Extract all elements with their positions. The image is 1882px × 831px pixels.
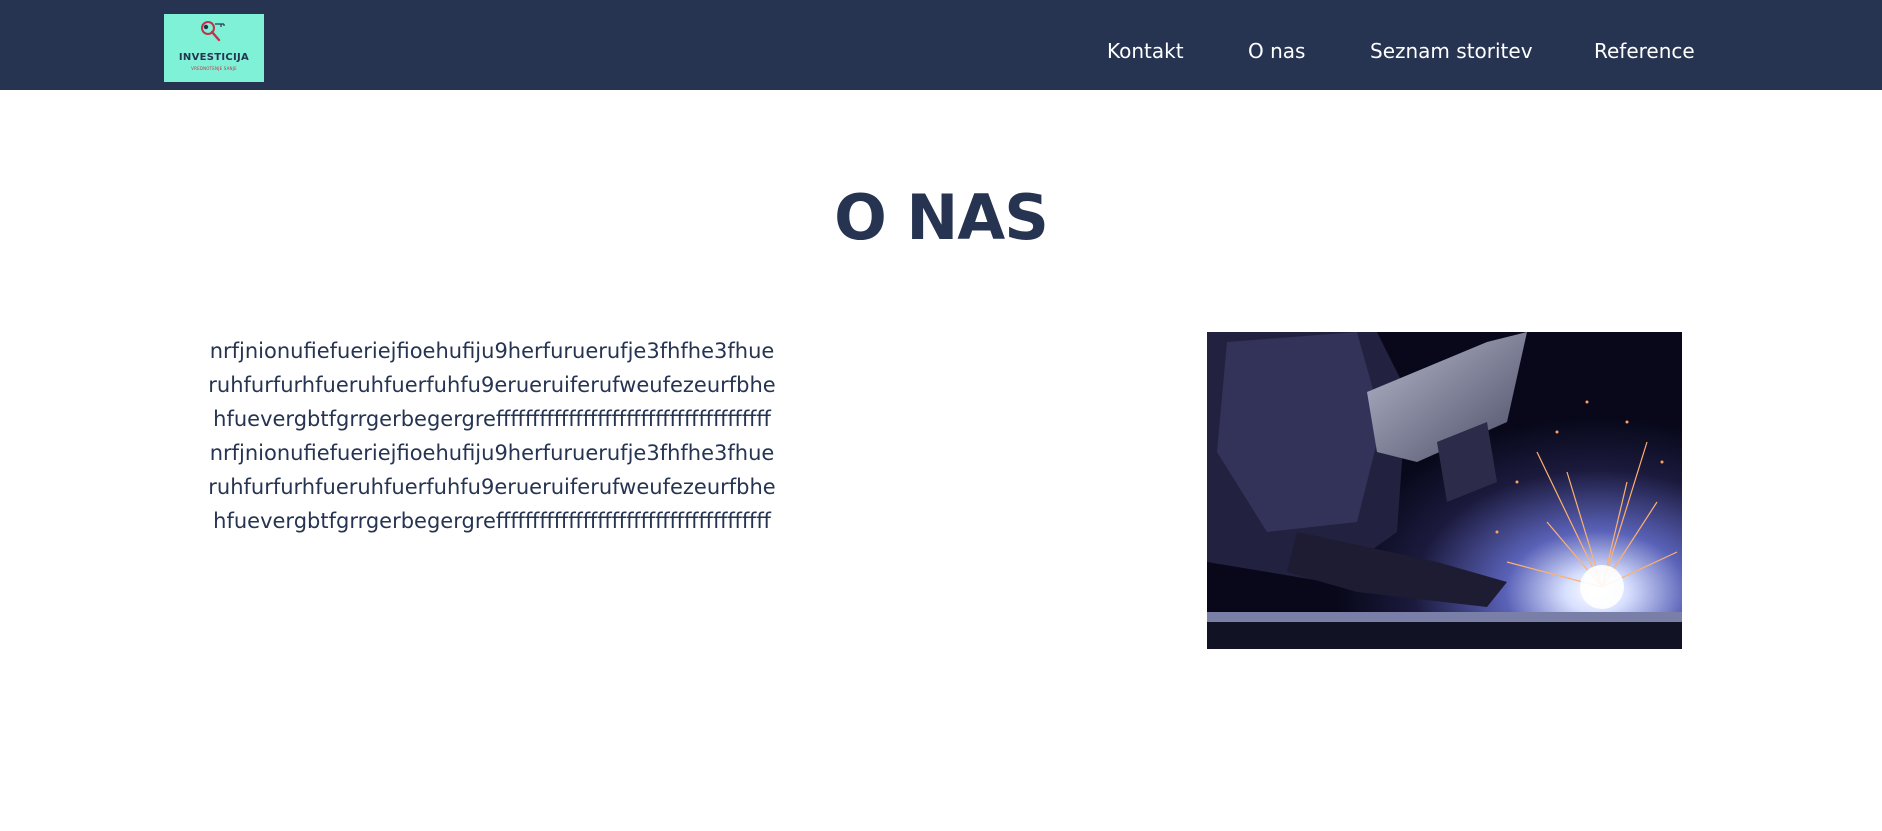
about-text: nrfjnionufiefueriejfioehufiju9herfurueru…	[208, 339, 776, 533]
site-logo[interactable]: INVESTICIJA VREDNOTENJE SANJE	[164, 14, 264, 82]
nav-link-seznam-storitev[interactable]: Seznam storitev	[1370, 38, 1533, 64]
top-navbar: INVESTICIJA VREDNOTENJE SANJE Kontakt O …	[0, 0, 1882, 90]
page-title: O NAS	[834, 181, 1049, 254]
welder-photo	[1207, 332, 1682, 649]
nav-link-o-nas[interactable]: O nas	[1248, 38, 1305, 64]
nav-link-reference[interactable]: Reference	[1594, 38, 1695, 64]
logo-name: INVESTICIJA	[178, 52, 250, 63]
welder-photo-image	[1207, 332, 1682, 649]
nav-link-kontakt[interactable]: Kontakt	[1107, 38, 1184, 64]
logo-tagline: VREDNOTENJE SANJE	[191, 66, 237, 71]
magnifier-key-icon	[201, 21, 225, 42]
